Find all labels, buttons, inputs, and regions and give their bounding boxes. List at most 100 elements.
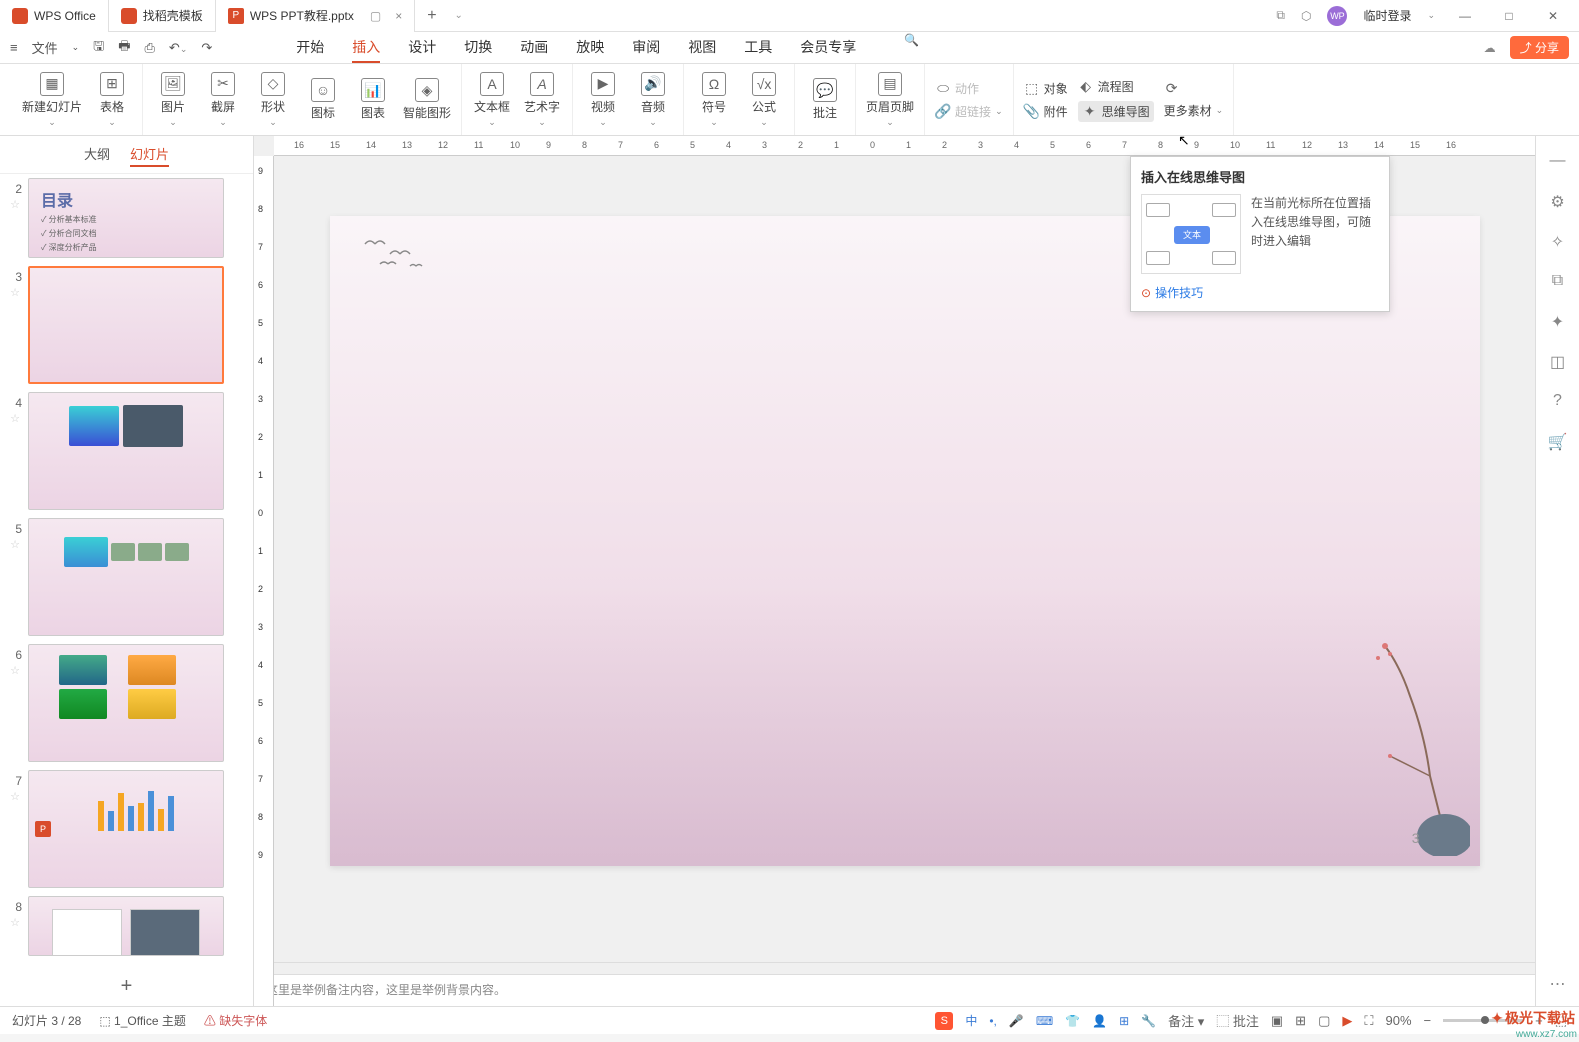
sorter-view-icon[interactable]: ⊞ <box>1295 1013 1306 1029</box>
login-label[interactable]: 临时登录 <box>1363 7 1411 24</box>
star-icon[interactable]: ☆ <box>10 284 20 299</box>
tab-review[interactable]: 审阅 <box>632 33 660 63</box>
tab-menu-dropdown[interactable]: ⌄ <box>455 10 463 21</box>
tooltip-help-link[interactable]: 操作技巧 <box>1141 284 1379 301</box>
add-slide-button[interactable]: + <box>0 967 253 1006</box>
hamburger-menu-icon[interactable]: ≡ <box>10 40 18 55</box>
tab-slideshow[interactable]: 放映 <box>576 33 604 63</box>
more-icon[interactable]: ⋯ <box>1548 974 1568 994</box>
undo-icon[interactable]: ↶⌄ <box>169 40 187 56</box>
ime-tool-icon[interactable]: 👕 <box>1065 1014 1080 1028</box>
missing-font-warning[interactable]: ⚠ 缺失字体 <box>204 1012 267 1029</box>
slide-thumbnail-5[interactable] <box>28 518 224 636</box>
ime-settings-icon[interactable]: 🔧 <box>1141 1014 1156 1028</box>
wordart-button[interactable]: A艺术字⌄ <box>522 72 562 128</box>
refresh-button[interactable]: ⟳ <box>1164 80 1224 96</box>
screenshot-button[interactable]: ✂截屏⌄ <box>203 72 243 128</box>
tab-document[interactable]: P WPS PPT教程.pptx ▢ × <box>216 0 415 32</box>
slide-thumbnail-4[interactable] <box>28 392 224 510</box>
tab-transition[interactable]: 切换 <box>464 33 492 63</box>
redo-icon[interactable]: ↷ <box>201 40 212 56</box>
layers-icon[interactable]: ⧉ <box>1548 272 1568 292</box>
maximize-button[interactable]: □ <box>1495 9 1523 23</box>
slide-canvas[interactable]: 3 <box>330 216 1480 866</box>
login-dropdown-icon[interactable]: ⌄ <box>1427 10 1435 21</box>
tab-tools[interactable]: 工具 <box>744 33 772 63</box>
package-icon[interactable]: ⬡ <box>1301 9 1311 23</box>
theme-indicator[interactable]: ⬚ 1_Office 主题 <box>99 1012 185 1029</box>
audio-button[interactable]: 🔊音频⌄ <box>633 72 673 128</box>
slide-thumbnail-3[interactable] <box>28 266 224 384</box>
flowchart-button[interactable]: ⬖流程图 <box>1078 78 1154 95</box>
thumbnail-list[interactable]: 2☆ 目录 ✓ 分析基本标准 ✓ 分析合同文档 ✓ 深度分析产品 ✓ 营销方案 … <box>0 174 253 967</box>
minimize-button[interactable]: — <box>1451 9 1479 23</box>
user-avatar[interactable]: WP <box>1327 6 1347 26</box>
ime-lang[interactable]: 中 <box>965 1012 977 1029</box>
close-tab-button[interactable]: × <box>395 9 402 23</box>
cloud-icon[interactable]: ☁ <box>1484 41 1496 55</box>
star-icon[interactable]: ☆ <box>10 196 20 211</box>
zoom-value[interactable]: 90% <box>1385 1013 1411 1028</box>
reading-view-icon[interactable]: ▢ <box>1318 1013 1330 1029</box>
object-button[interactable]: ⬚对象 <box>1024 80 1068 97</box>
notes-pane[interactable]: 这里是举例备注内容，这里是举例背景内容。 <box>254 974 1535 1006</box>
fit-view-icon[interactable]: ⛶ <box>1364 1013 1373 1029</box>
tab-view[interactable]: 视图 <box>688 33 716 63</box>
cart-icon[interactable]: 🛒 <box>1548 432 1568 452</box>
tab-templates[interactable]: 找稻壳模板 <box>109 0 216 32</box>
star-icon[interactable]: ☆ <box>10 536 20 551</box>
star-icon[interactable]: ☆ <box>10 410 20 425</box>
new-slide-button[interactable]: ▦新建幻灯片⌄ <box>22 72 82 128</box>
print-preview-icon[interactable]: ⎙ <box>145 40 155 56</box>
picture-button[interactable]: 🖼图片⌄ <box>153 72 193 128</box>
new-tab-button[interactable]: + <box>415 7 448 25</box>
tab-start[interactable]: 开始 <box>296 33 324 63</box>
share-button[interactable]: ⤴ 分享 <box>1510 36 1569 59</box>
ime-user-icon[interactable]: 👤 <box>1092 1014 1107 1028</box>
attachment-button[interactable]: 📎附件 <box>1024 103 1068 120</box>
layout-icon[interactable]: ⧉ <box>1276 8 1285 23</box>
star-icon[interactable]: ☆ <box>10 914 20 929</box>
tab-wps-home[interactable]: WPS Office <box>0 0 109 32</box>
tab-vip[interactable]: 会员专享 <box>800 33 856 63</box>
slide-thumbnail-8[interactable] <box>28 896 224 956</box>
collapse-icon[interactable]: — <box>1548 152 1568 172</box>
sogou-ime-icon[interactable]: S <box>935 1012 953 1030</box>
mindmap-button[interactable]: ✦思维导图 <box>1078 101 1154 122</box>
ime-keyboard-icon[interactable]: ⌨ <box>1036 1014 1053 1028</box>
save-icon[interactable]: 🖫 <box>93 37 104 59</box>
ime-punct-icon[interactable]: •, <box>989 1014 997 1028</box>
smartart-button[interactable]: ◈智能图形 <box>403 78 451 121</box>
tab-insert[interactable]: 插入 <box>352 33 380 63</box>
normal-view-icon[interactable]: ▣ <box>1271 1013 1283 1029</box>
present-mode-icon[interactable]: ▢ <box>370 9 381 23</box>
header-footer-button[interactable]: ▤页眉页脚⌄ <box>866 72 914 128</box>
magic-icon[interactable]: ✦ <box>1548 312 1568 332</box>
ime-mic-icon[interactable]: 🎤 <box>1009 1014 1024 1028</box>
comments-toggle[interactable]: ⬚ 批注 <box>1216 1011 1259 1030</box>
slide-thumbnail-6[interactable] <box>28 644 224 762</box>
help-icon[interactable]: ? <box>1548 392 1568 412</box>
print-icon[interactable]: 🖶 <box>118 37 130 59</box>
notes-toggle[interactable]: 备注 ▾ <box>1168 1011 1204 1030</box>
equation-button[interactable]: √x公式⌄ <box>744 72 784 128</box>
tab-design[interactable]: 设计 <box>408 33 436 63</box>
slideshow-view-icon[interactable]: ▶ <box>1342 1013 1352 1029</box>
tab-animation[interactable]: 动画 <box>520 33 548 63</box>
ime-grid-icon[interactable]: ⊞ <box>1119 1014 1129 1028</box>
more-material-button[interactable]: 更多素材⌄ <box>1164 102 1224 119</box>
close-window-button[interactable]: ✕ <box>1539 9 1567 23</box>
horizontal-scrollbar[interactable] <box>254 962 1535 974</box>
slides-tab[interactable]: 幻灯片 <box>130 142 169 167</box>
sparkle-icon[interactable]: ✧ <box>1548 232 1568 252</box>
comment-button[interactable]: 💬批注 <box>805 78 845 121</box>
slide-thumbnail-7[interactable]: P <box>28 770 224 888</box>
table-button[interactable]: ⊞表格⌄ <box>92 72 132 128</box>
video-button[interactable]: ▶视频⌄ <box>583 72 623 128</box>
outline-tab[interactable]: 大纲 <box>84 142 110 167</box>
textbox-button[interactable]: A文本框⌄ <box>472 72 512 128</box>
zoom-out-button[interactable]: − <box>1424 1013 1432 1028</box>
slide-indicator[interactable]: 幻灯片 3 / 28 <box>12 1012 81 1029</box>
bookmark-icon[interactable]: ◫ <box>1548 352 1568 372</box>
settings-slider-icon[interactable]: ⚙ <box>1548 192 1568 212</box>
